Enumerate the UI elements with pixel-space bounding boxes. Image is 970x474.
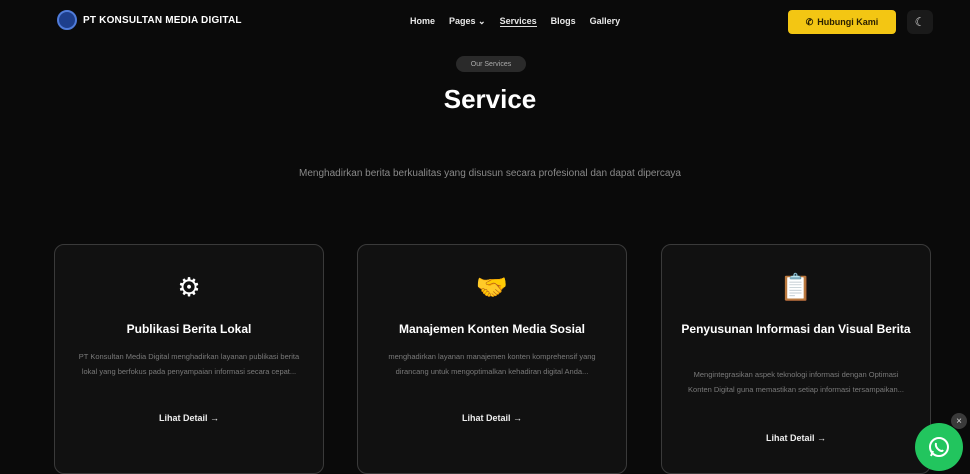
main-menu: Home Pages ⌄ Services Blogs Gallery bbox=[410, 16, 620, 27]
brand-name: PT KONSULTAN MEDIA DIGITAL bbox=[83, 14, 242, 26]
phone-icon: ✆ bbox=[805, 16, 814, 27]
page-title: Service bbox=[443, 84, 537, 114]
handshake-icon: 🤝 bbox=[475, 272, 509, 302]
moon-icon: ☾ bbox=[914, 15, 926, 29]
card-title: Manajemen Konten Media Sosial bbox=[398, 322, 586, 336]
nav-home[interactable]: Home bbox=[410, 16, 435, 27]
nav-services[interactable]: Services bbox=[499, 16, 537, 27]
card-title: Publikasi Berita Lokal bbox=[126, 322, 252, 336]
gear-calendar-icon: ⚙ bbox=[177, 272, 201, 302]
section-pill: Our Services bbox=[456, 56, 526, 72]
theme-toggle-button[interactable]: ☾ bbox=[907, 10, 933, 34]
nav-blogs[interactable]: Blogs bbox=[551, 16, 576, 27]
service-card-social-media[interactable]: 🤝 Manajemen Konten Media Sosial menghadi… bbox=[357, 244, 627, 474]
section-subtitle: Menghadirkan berita berkualitas yang dis… bbox=[299, 168, 681, 179]
close-chat-button[interactable]: × bbox=[951, 413, 967, 429]
card-description: Mengintegrasikan aspek teknologi informa… bbox=[688, 370, 904, 394]
card-detail-link[interactable]: Lihat Detail → bbox=[662, 433, 930, 443]
card-detail-link[interactable]: Lihat Detail → bbox=[358, 413, 626, 423]
card-title: Penyusunan Informasi dan Visual Berita bbox=[681, 322, 911, 336]
card-detail-link[interactable]: Lihat Detail → bbox=[55, 413, 323, 423]
brand[interactable]: PT KONSULTAN MEDIA DIGITAL bbox=[57, 10, 242, 30]
nav-pages[interactable]: Pages ⌄ bbox=[449, 16, 486, 27]
service-card-local-news[interactable]: ⚙ Publikasi Berita Lokal PT Konsultan Me… bbox=[54, 244, 324, 474]
card-description: menghadirkan layanan manajemen konten ko… bbox=[388, 352, 596, 376]
nav-gallery[interactable]: Gallery bbox=[590, 16, 621, 27]
brand-logo-icon bbox=[57, 10, 77, 30]
contact-button-label: Hubungi Kami bbox=[817, 17, 879, 27]
service-card-visual-news[interactable]: 📋 Penyusunan Informasi dan Visual Berita… bbox=[661, 244, 931, 474]
card-description: PT Konsultan Media Digital menghadirkan … bbox=[78, 352, 300, 376]
top-navbar: PT KONSULTAN MEDIA DIGITAL Home Pages ⌄ … bbox=[0, 0, 970, 44]
contact-button[interactable]: ✆ Hubungi Kami bbox=[788, 10, 896, 34]
whatsapp-icon bbox=[929, 437, 949, 457]
document-camera-icon: 📋 bbox=[779, 272, 813, 302]
